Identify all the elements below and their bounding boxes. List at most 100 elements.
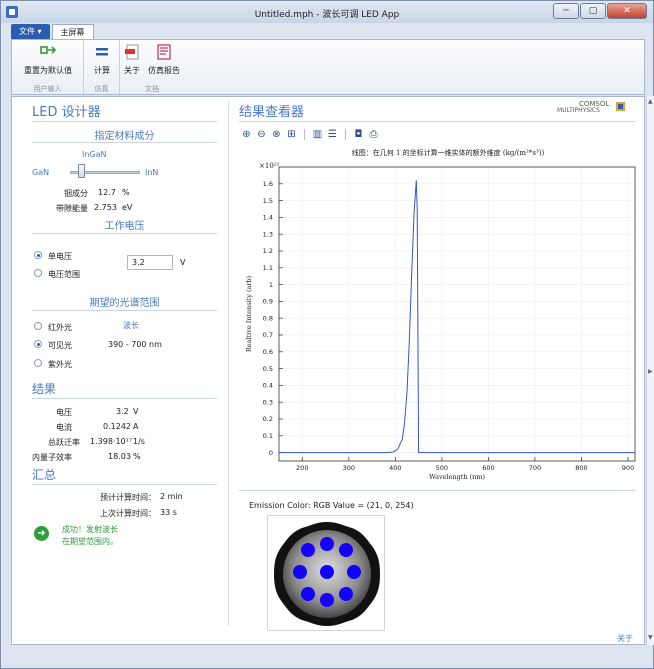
chart-title: 线图：在几何 1 的坐标计算一维实体的额外维度 (kg/(m²*s³)) [352,148,545,157]
grid-toggle-icon[interactable]: ▥ [312,129,323,140]
voltage-range-radio[interactable] [34,269,42,277]
plot-area[interactable]: 线图：在几何 1 的坐标计算一维实体的额外维度 (kg/(m²*s³)) ×10… [243,147,640,487]
title-bar: Untitled.mph - 波长可调 LED App ─ ▢ ✕ [1,1,653,23]
chart-y-tick-label: 1.4 [263,214,273,222]
status-bar [1,646,653,668]
chart-y-tick-label: 1 [269,281,273,289]
voltage-section-title: 工作电压 [104,221,145,232]
wavelength-label: 波长 [123,321,139,330]
results-title: 结果 [32,382,57,396]
ultraviolet-radio[interactable] [34,359,42,367]
chart-y-tick-label: 1.6 [263,180,273,188]
chart-x-tick-label: 600 [482,464,494,472]
chart-y-tick-label: 0.7 [263,331,273,339]
report-button[interactable]: 仿真报告 [146,44,182,76]
spectrum-section-title: 期望的光谱范围 [89,298,160,309]
bandgap-value: 2.753 [94,203,117,212]
ribbon-group-input: 重置为默认值 用户输入 [12,40,84,96]
home-tab[interactable]: 主屏幕 [51,24,94,40]
chart-y-tick-label: 0.3 [263,398,273,406]
legend-toggle-icon[interactable]: ☰ [327,129,338,140]
vertical-scrollbar[interactable]: ▲ ▶ ▼ [646,96,654,645]
chart-x-tick-label: 800 [575,464,587,472]
chart-x-tick-label: 900 [622,464,634,472]
result-voltage: 3.2 [116,407,129,416]
close-button[interactable]: ✕ [607,3,647,19]
plot-toolbar: ⊕ ⊖ ⊗ ⊞ ▥ ☰ ◘ ⎙ [241,127,379,141]
success-message-1: 成功！发射波长 [62,525,118,534]
zoom-box-icon[interactable]: ⊗ [271,129,282,140]
infrared-radio[interactable] [34,322,42,330]
report-icon [155,44,173,60]
indium-value: 12.7 [98,188,116,197]
material-section-title: 指定材料成分 [94,131,155,142]
chart-x-tick-label: 400 [389,464,401,472]
chart-y-tick-label: 1.1 [263,264,273,272]
ribbon-group-sim: 计算 仿真 [84,40,120,96]
chart-y-tick-label: 1.2 [263,247,273,255]
file-menu-tab[interactable]: 文件 ▾ [11,24,50,40]
last-time: 33 s [160,508,177,517]
led-designer-panel: LED 设计器 指定材料成分 InGaN GaN InN 铟成分 12.7 % … [12,97,228,646]
results-viewer-panel: 结果查看器 COMSOL MULTIPHYSICS ⊕ ⊖ ⊗ ⊞ ▥ ☰ ◘ … [229,97,646,646]
visible-radio[interactable] [34,340,42,348]
summary-title: 汇总 [32,468,57,482]
chart-ylabel: Realtive Intensity (arb) [245,275,253,352]
equals-icon [93,44,111,60]
minimize-button[interactable]: ─ [553,3,579,19]
emission-color-label: Emission Color: RGB Value = (21, 0, 254) [249,501,414,510]
chart-y-tick-label: 1.5 [263,197,273,205]
success-message-2: 在期望范围内。 [62,537,118,546]
voltage-input[interactable]: 3.2 [127,255,173,270]
chart-y-tick-label: 0.8 [263,314,273,322]
intensity-chart: 线图：在几何 1 的坐标计算一维实体的额外维度 (kg/(m²*s³)) ×10… [245,148,636,481]
chart-x-tick-label: 200 [296,464,308,472]
success-arrow-icon: ➜ [34,526,49,541]
reset-icon [39,44,57,60]
chart-y-tick-label: 0.1 [263,432,273,440]
chart-x-tick-label: 700 [529,464,541,472]
about-link[interactable]: 关于 [617,633,633,644]
chart-y-tick-label: 0.9 [263,298,273,306]
ribbon: 重置为默认值 用户输入 计算 仿真 关于 仿真报告 文档 [11,39,645,96]
maximize-button[interactable]: ▢ [580,3,606,19]
compute-button[interactable]: 计算 [88,44,116,76]
comsol-logo-bottom: MULTIPHYSICS [557,107,600,114]
camera-icon[interactable]: ◘ [353,129,364,140]
led-preview-frame [267,515,385,631]
chart-y-tick-label: 0 [269,449,273,457]
bandgap-label: 带隙能量 [56,204,88,213]
inn-label: InN [145,168,159,177]
single-voltage-radio[interactable] [34,251,42,259]
viewer-title: 结果查看器 [239,105,305,120]
chart-y-tick-label: 0.6 [263,348,273,356]
pdf-icon [123,44,141,60]
chart-x-tick-label: 300 [343,464,355,472]
result-rate: 1.398·10¹⁷ [90,437,133,446]
chart-x-tick-label: 500 [436,464,448,472]
result-current: 0.1242 [103,422,131,431]
zoom-out-icon[interactable]: ⊖ [256,129,267,140]
about-button[interactable]: 关于 [122,44,142,76]
visible-range: 390 - 700 nm [108,340,162,349]
comsol-logo-icon [616,102,625,111]
led-preview-icon [274,522,380,626]
chart-y-tick-label: 1.3 [263,230,273,238]
chart-y-multiplier: ×10²² [259,162,280,170]
print-icon[interactable]: ⎙ [368,129,379,140]
main-content: LED 设计器 指定材料成分 InGaN GaN InN 铟成分 12.7 % … [11,96,645,645]
chart-y-tick-label: 0.4 [263,382,273,390]
chart-y-tick-label: 0.5 [263,365,273,373]
material-name: InGaN [82,150,107,159]
zoom-extents-icon[interactable]: ⊞ [286,129,297,140]
designer-title: LED 设计器 [32,105,101,120]
indium-label: 铟成分 [64,189,88,198]
ribbon-group-doc: 关于 仿真报告 文档 [120,40,184,96]
composition-slider-thumb[interactable] [78,164,85,178]
expected-time: 2 min [160,492,183,501]
app-window: Untitled.mph - 波长可调 LED App ─ ▢ ✕ 文件 ▾ 主… [0,0,654,669]
gan-label: GaN [32,168,50,177]
chart-xlabel: Wavelength (nm) [429,473,486,481]
reset-default-button[interactable]: 重置为默认值 [18,44,78,76]
zoom-in-icon[interactable]: ⊕ [241,129,252,140]
